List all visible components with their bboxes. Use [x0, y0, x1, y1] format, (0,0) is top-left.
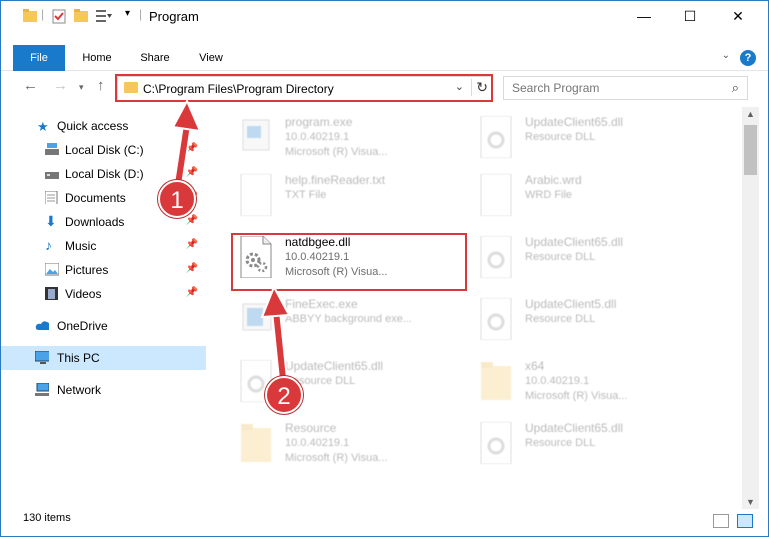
arrow-2: [260, 284, 291, 380]
callout-step-1: 1: [158, 180, 196, 218]
callout-step-2: 2: [265, 376, 303, 414]
annotation-arrows: [171, 98, 291, 380]
arrow-1: [171, 98, 202, 192]
explorer-window: | ▾ | Program — ☐ ✕ File Home Share View…: [0, 0, 769, 537]
